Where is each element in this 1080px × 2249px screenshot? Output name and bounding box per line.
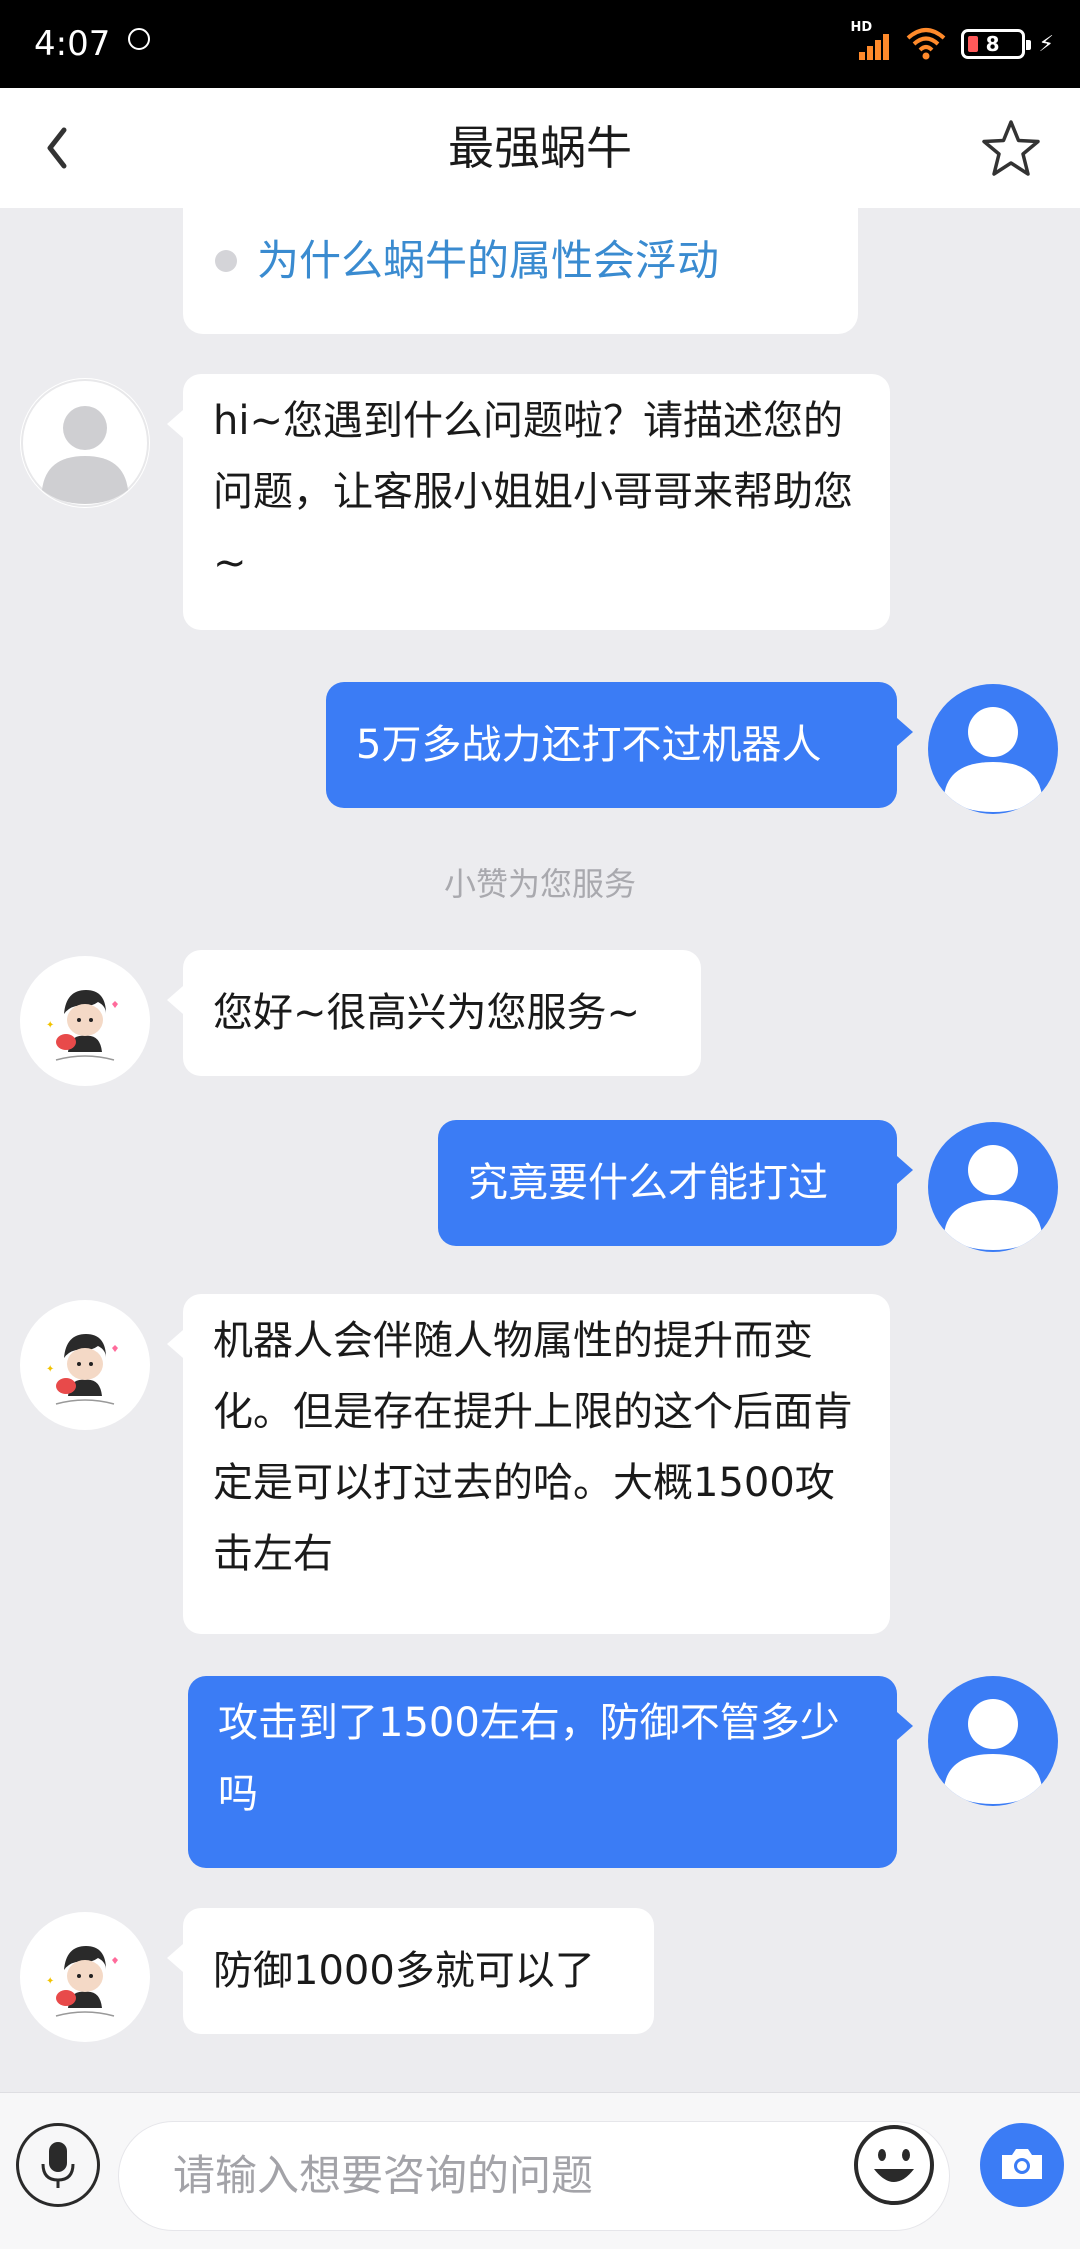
- page-title: 最强蜗牛: [448, 121, 632, 175]
- user-avatar-icon: [944, 707, 1042, 812]
- microphone-icon: [41, 2142, 75, 2188]
- battery-level: 8: [985, 32, 1000, 56]
- message-bubble-incoming: 防御1000多就可以了: [167, 1908, 654, 2034]
- question-input[interactable]: 请输入想要咨询的问题: [118, 2121, 950, 2231]
- message-bubble-outgoing: 究竟要什么才能打过: [438, 1120, 913, 1246]
- input-bar: 请输入想要咨询的问题: [0, 2092, 1080, 2249]
- user-avatar-icon: [944, 1699, 1042, 1804]
- user-avatar[interactable]: [928, 1676, 1058, 1806]
- charging-icon: ⚡: [1038, 31, 1054, 57]
- camera-button[interactable]: [980, 2123, 1064, 2207]
- user-avatar-icon: [944, 1145, 1042, 1250]
- message-bubble-incoming: 机器人会伴随人物属性的提升而变化。但是存在提升上限的这个后面肯定是可以打过去的哈…: [167, 1294, 890, 1634]
- suggestion-card: 为什么蜗牛的属性会浮动: [183, 208, 858, 334]
- agent-avatar[interactable]: ✦: [20, 1912, 150, 2042]
- agent-avatar-icon: ✦: [22, 1302, 148, 1428]
- star-icon[interactable]: [980, 118, 1042, 180]
- chat-header: 最强蜗牛: [0, 88, 1080, 208]
- message-bubble-outgoing: 攻击到了1500左右，防御不管多少吗: [188, 1676, 913, 1868]
- suggestion-link[interactable]: 为什么蜗牛的属性会浮动: [257, 232, 719, 290]
- input-placeholder: 请输入想要咨询的问题: [173, 2151, 594, 2200]
- default-avatar-icon: [21, 379, 149, 507]
- user-avatar[interactable]: [928, 1122, 1058, 1252]
- message-text: 攻击到了1500左右，防御不管多少吗: [218, 1700, 840, 1817]
- message-text: hi~您遇到什么问题啦？请描述您的问题，让客服小姐姐小哥哥来帮助您~: [213, 398, 853, 586]
- signal-icon: HD: [851, 20, 891, 62]
- voice-button[interactable]: [16, 2123, 100, 2207]
- user-avatar[interactable]: [928, 684, 1058, 814]
- status-bar: 4:07 HD 8 ⚡: [0, 0, 1080, 88]
- message-bubble-incoming: hi~您遇到什么问题啦？请描述您的问题，让客服小姐姐小哥哥来帮助您~: [167, 374, 890, 630]
- network-label: HD: [850, 20, 873, 35]
- svg-text:✦: ✦: [46, 1976, 54, 1987]
- svg-text:✦: ✦: [46, 1364, 54, 1375]
- message-text: 究竟要什么才能打过: [468, 1160, 828, 1206]
- agent-avatar-icon: ✦: [22, 958, 148, 1084]
- agent-avatar[interactable]: ✦: [20, 956, 150, 1086]
- svg-text:✦: ✦: [46, 1020, 54, 1031]
- emoji-icon[interactable]: [852, 2123, 936, 2207]
- wifi-icon: [906, 28, 945, 60]
- message-text: 防御1000多就可以了: [213, 1948, 595, 1994]
- notification-icon: [128, 28, 150, 50]
- battery-icon: 8: [960, 29, 1031, 59]
- status-time: 4:07: [34, 24, 111, 64]
- message-bubble-outgoing: 5万多战力还打不过机器人: [326, 682, 913, 808]
- system-note: 小赞为您服务: [443, 865, 636, 903]
- chat-area[interactable]: 为什么蜗牛的属性会浮动 hi~您遇到什么问题啦？请描述您的问题，让客服小姐姐小哥…: [0, 208, 1080, 2088]
- default-avatar[interactable]: [20, 378, 150, 508]
- message-bubble-incoming: 您好~很高兴为您服务~: [167, 950, 701, 1076]
- bullet-dot: [215, 250, 237, 272]
- message-text: 5万多战力还打不过机器人: [356, 722, 822, 768]
- status-icons: HD 8 ⚡: [851, 20, 1054, 66]
- message-text: 您好~很高兴为您服务~: [213, 990, 641, 1036]
- agent-avatar-icon: ✦: [22, 1914, 148, 2040]
- message-text: 机器人会伴随人物属性的提升而变化。但是存在提升上限的这个后面肯定是可以打过去的哈…: [213, 1318, 853, 1577]
- agent-avatar[interactable]: ✦: [20, 1300, 150, 1430]
- camera-icon: [1002, 2149, 1042, 2179]
